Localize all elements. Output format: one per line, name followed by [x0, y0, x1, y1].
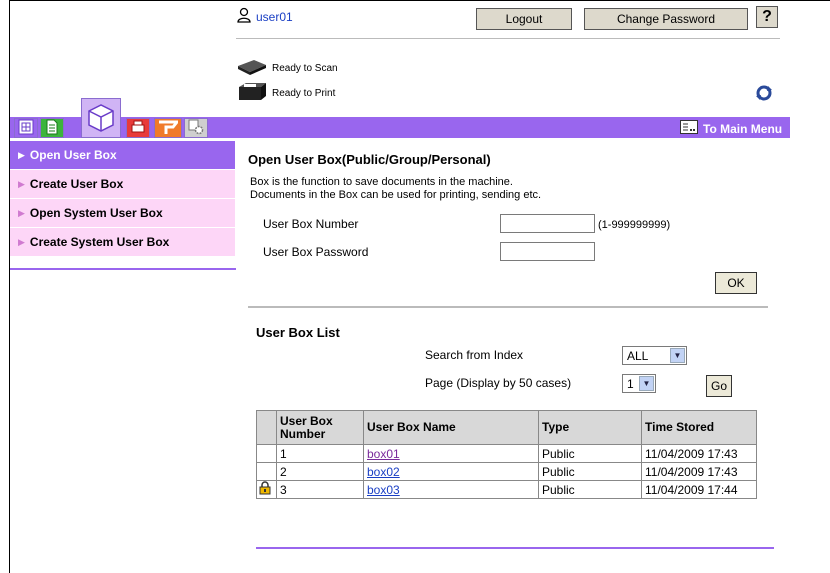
box-time-cell: 11/04/2009 17:43 — [641, 444, 757, 463]
page-value: 1 — [627, 376, 634, 391]
change-password-button[interactable]: Change Password — [584, 8, 748, 30]
user-box-table: User Box Number User Box Name Type Time … — [256, 410, 757, 499]
go-button[interactable]: Go — [706, 375, 732, 397]
to-main-menu-label: To Main Menu — [703, 121, 783, 136]
sidebar-item-create-user-box[interactable]: ▶ Create User Box — [10, 170, 235, 199]
table-header-row: User Box Number User Box Name Type Time … — [256, 410, 757, 445]
tab-print[interactable] — [126, 118, 150, 138]
scanner-icon — [236, 58, 268, 79]
sidebar-item-label: Open User Box — [29, 148, 117, 162]
chevron-down-icon: ▼ — [670, 348, 685, 363]
column-header-name: User Box Name — [363, 410, 539, 445]
table-row: 2 box02 Public 11/04/2009 17:43 — [256, 462, 757, 481]
bottom-divider — [256, 547, 774, 549]
box-type-cell: Public — [538, 444, 642, 463]
box-type-cell: Public — [538, 480, 642, 499]
logout-button[interactable]: Logout — [476, 8, 572, 30]
help-button[interactable]: ? — [756, 6, 778, 28]
main-menu-icon — [680, 120, 698, 137]
sidebar-item-create-system-user-box[interactable]: ▶ Create System User Box — [10, 228, 235, 257]
print-status: Ready to Print — [236, 82, 335, 105]
frame-top-border — [9, 0, 830, 1]
sidebar-item-label: Create User Box — [29, 177, 124, 191]
tab-box[interactable] — [81, 98, 121, 138]
arrow-right-icon: ▶ — [18, 207, 25, 218]
lock-cell — [256, 462, 277, 481]
sidebar-item-label: Open System User Box — [29, 206, 163, 220]
arrow-right-icon: ▶ — [18, 149, 25, 160]
to-main-menu-link[interactable]: To Main Menu — [680, 120, 782, 137]
column-header-number: User Box Number — [276, 410, 364, 445]
sidebar-item-open-user-box[interactable]: ▶ Open User Box — [10, 141, 235, 170]
printer-icon — [236, 82, 268, 105]
box-number-cell: 3 — [276, 480, 364, 499]
box-number-input[interactable] — [500, 214, 595, 233]
open-box-title: Open User Box(Public/Group/Personal) — [248, 152, 491, 167]
box-number-label: User Box Number — [263, 217, 359, 231]
description-line: Documents in the Box can be used for pri… — [250, 189, 542, 201]
box-name-link[interactable]: box03 — [367, 483, 400, 497]
box-icon — [85, 101, 117, 136]
box-name-link[interactable]: box01 — [367, 447, 400, 461]
arrow-right-icon: ▶ — [18, 236, 25, 247]
lock-cell — [256, 444, 277, 463]
table-row: 3 box03 Public 11/04/2009 17:44 — [256, 480, 757, 499]
user-name: user01 — [256, 9, 293, 24]
box-type-cell: Public — [538, 462, 642, 481]
sidebar-item-open-system-user-box[interactable]: ▶ Open System User Box — [10, 199, 235, 228]
lock-cell — [256, 480, 277, 499]
gear-icon — [188, 119, 204, 138]
box-number-cell: 2 — [276, 462, 364, 481]
search-index-value: ALL — [627, 348, 649, 363]
tab-document[interactable] — [40, 118, 64, 138]
lock-icon — [258, 481, 272, 498]
box-time-cell: 11/04/2009 17:44 — [641, 480, 757, 499]
box-name-cell: box03 — [363, 480, 539, 499]
box-time-cell: 11/04/2009 17:43 — [641, 462, 757, 481]
box-password-input[interactable] — [500, 242, 595, 261]
header-divider — [236, 38, 780, 39]
open-box-description: Box is the function to save documents in… — [250, 176, 541, 202]
box-number-hint: (1-999999999) — [598, 219, 671, 231]
box-number-cell: 1 — [276, 444, 364, 463]
scan-status: Ready to Scan — [236, 58, 338, 79]
ok-button[interactable]: OK — [715, 272, 757, 294]
column-header-type: Type — [538, 410, 642, 445]
box-password-label: User Box Password — [263, 245, 369, 259]
user-icon — [236, 7, 252, 26]
user-info: user01 — [236, 7, 293, 26]
box-name-cell: box01 — [363, 444, 539, 463]
page-select[interactable]: 1 ▼ — [622, 374, 656, 393]
lock-column-header — [256, 410, 277, 445]
document-icon — [44, 119, 60, 138]
sidebar-item-label: Create System User Box — [29, 235, 170, 249]
tab-jobs[interactable] — [14, 118, 38, 138]
address-icon — [158, 119, 181, 138]
box-name-link[interactable]: box02 — [367, 465, 400, 479]
box-name-cell: box02 — [363, 462, 539, 481]
column-header-time: Time Stored — [641, 410, 757, 445]
frame-left-border — [9, 0, 10, 573]
section-divider — [248, 306, 768, 308]
print-tab-icon — [130, 119, 146, 138]
chevron-down-icon: ▼ — [639, 376, 654, 391]
description-line: Box is the function to save documents in… — [250, 176, 513, 188]
refresh-icon[interactable] — [754, 84, 774, 102]
user-box-list-title: User Box List — [256, 325, 340, 340]
sidebar-divider — [10, 268, 236, 270]
arrow-right-icon: ▶ — [18, 178, 25, 189]
page-label: Page (Display by 50 cases) — [425, 376, 572, 390]
search-index-label: Search from Index — [425, 348, 524, 362]
tab-store-address[interactable] — [154, 118, 182, 138]
print-status-text: Ready to Print — [272, 88, 336, 99]
table-row: 1 box01 Public 11/04/2009 17:43 — [256, 444, 757, 463]
tab-settings[interactable] — [184, 118, 208, 138]
search-index-select[interactable]: ALL ▼ — [622, 346, 687, 365]
jobs-icon — [18, 119, 34, 138]
scan-status-text: Ready to Scan — [272, 63, 338, 74]
